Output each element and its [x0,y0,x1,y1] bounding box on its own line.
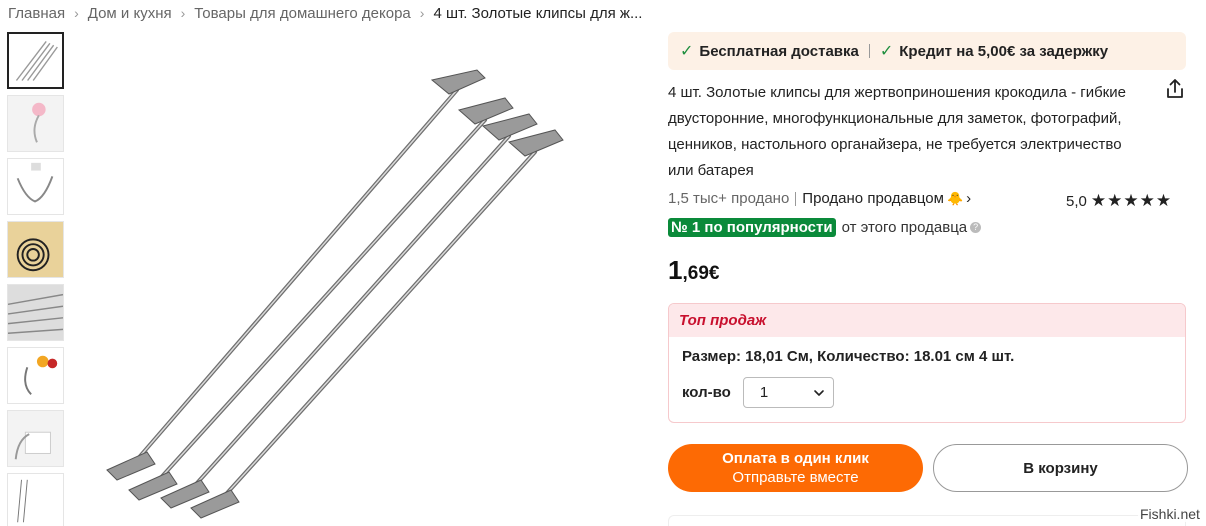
sku-header: Топ продаж [669,304,1185,337]
thumbnail-strip [7,32,65,526]
seller-badge-icon: 🐥 [946,190,964,206]
buy-now-sublabel: Отправьте вместе [732,469,859,486]
thumbnail-6[interactable] [7,347,64,404]
breadcrumb-home-decor[interactable]: Товары для домашнего декора [194,5,410,22]
add-to-cart-button[interactable]: В корзину [933,444,1188,492]
thumbnail-5[interactable] [7,284,64,341]
chevron-down-icon [814,389,824,396]
price-integer: 1 [668,255,683,285]
breadcrumb: Главная › Дом и кухня › Товары для домаш… [8,3,642,23]
sold-count: 1,5 тыс+ продано [668,190,790,207]
thumbnail-7[interactable] [7,410,64,467]
chevron-right-icon[interactable]: › [966,190,971,207]
sold-row: 1,5 тыс+ продано Продано продавцом 🐥 › [668,190,971,207]
buy-now-label: Оплата в один клик [722,450,869,467]
product-main-image[interactable] [77,32,609,526]
bottom-card [668,515,1186,526]
divider [795,191,797,206]
thumbnail-3[interactable] [7,158,64,215]
product-title: 4 шт. Золотые клипсы для жертвоприношени… [668,84,1126,179]
sku-size-line: Размер: 18,01 См, Количество: 18.01 см 4… [682,348,1015,365]
thumbnail-2[interactable] [7,95,64,152]
seller-link[interactable]: Продано продавцом [802,190,944,207]
check-icon: ✓ [879,43,894,60]
popularity-row: № 1 по популярности от этого продавца ? [668,218,982,237]
popularity-badge: № 1 по популярности [668,218,836,237]
share-icon[interactable] [1164,78,1186,100]
chevron-right-icon: › [74,5,79,21]
check-icon: ✓ [680,43,694,60]
watermark: Fishki.net [1138,506,1202,522]
price-fraction: ,69€ [682,263,720,284]
rating-value: 5,0 [1066,192,1087,210]
quantity-row: кол-во 1 [682,377,834,408]
divider [868,44,870,58]
breadcrumb-home[interactable]: Главная [8,5,65,22]
popularity-suffix: от этого продавца [841,219,968,236]
buy-now-button[interactable]: Оплата в один клик Отправьте вместе [668,444,923,492]
chevron-right-icon: › [180,5,186,21]
sku-box: Топ продаж Размер: 18,01 См, Количество:… [668,303,1186,423]
thumbnail-8[interactable] [7,473,64,526]
breadcrumb-current: 4 шт. Золотые клипсы для ж... [433,4,643,22]
rating[interactable]: 5,0 ★★★★★ [1066,191,1172,211]
thumbnail-1[interactable] [7,32,64,89]
quantity-label: кол-во [682,384,731,401]
breadcrumb-home-kitchen[interactable]: Дом и кухня [88,5,172,22]
chevron-right-icon: › [419,5,425,21]
free-shipping-label: Бесплатная доставка [699,42,859,60]
delivery-banner: ✓ Бесплатная доставка ✓ Кредит на 5,00€ … [668,32,1186,70]
price: 1,69€ [668,255,719,286]
quantity-value: 1 [759,384,769,401]
thumbnail-4[interactable] [7,221,64,278]
credit-label: Кредит на 5,00€ за задержку [899,42,1109,60]
star-rating-icon: ★★★★★ [1090,191,1173,210]
quantity-select[interactable]: 1 [742,377,834,408]
info-icon[interactable]: ? [970,222,982,233]
top-sales-label: Топ продаж [679,312,767,329]
